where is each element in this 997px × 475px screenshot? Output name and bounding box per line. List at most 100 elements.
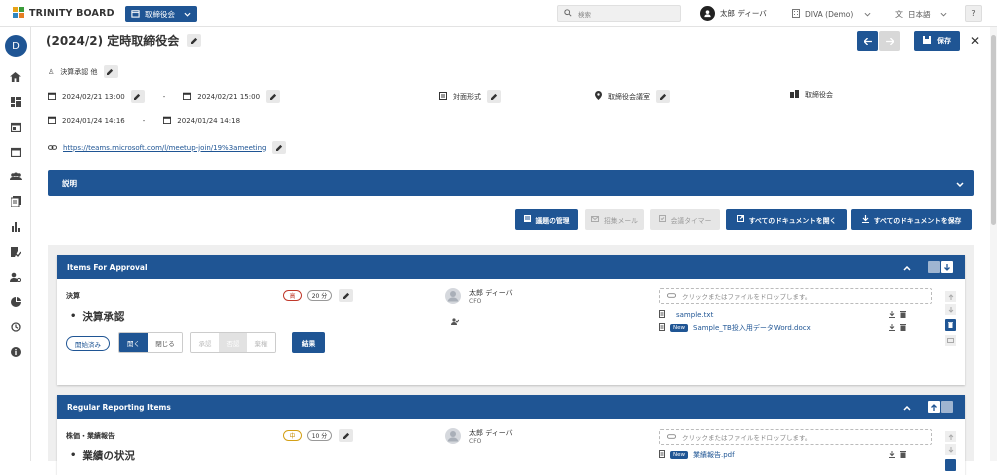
search-input[interactable]: 検索: [557, 5, 681, 22]
chevron-down-icon: [940, 10, 947, 19]
edit-format-button[interactable]: [487, 90, 501, 103]
download-icon[interactable]: [889, 451, 895, 460]
file-drop-zone[interactable]: クリックまたはファイルをドロップします。: [659, 429, 932, 445]
duration-badge[interactable]: 10 分: [307, 430, 332, 441]
delete-file-button[interactable]: [945, 319, 956, 331]
file-move-up-icon[interactable]: [945, 431, 956, 442]
calendar-icon[interactable]: [9, 120, 22, 133]
user-settings-icon[interactable]: [9, 270, 22, 283]
user-avatar-icon: [700, 6, 715, 21]
open-button[interactable]: 開く: [119, 333, 148, 352]
close-icon[interactable]: ✕: [970, 34, 980, 48]
agenda-summary-text: 決算承認 他: [60, 67, 98, 76]
page-scrollbar[interactable]: [990, 27, 997, 461]
save-all-documents-button[interactable]: すべてのドキュメントを保存: [851, 209, 972, 230]
dashboard-icon[interactable]: [9, 95, 22, 108]
duration-badge[interactable]: 20 分: [307, 290, 332, 301]
invite-mail-button[interactable]: 招集メール: [585, 209, 644, 230]
user-menu[interactable]: 太郎 ディーバ: [700, 6, 767, 21]
file-move-down-icon[interactable]: [945, 444, 956, 455]
mail-icon: [591, 215, 599, 224]
save-all-label: すべてのドキュメントを保存: [873, 216, 962, 225]
edit-location-button[interactable]: [656, 90, 670, 103]
company-selector[interactable]: DIVA (Demo): [792, 9, 871, 20]
meeting-type-dropdown[interactable]: 取締役会: [125, 6, 197, 22]
approve-button[interactable]: 承認: [191, 333, 219, 352]
move-down-button[interactable]: [941, 261, 953, 273]
created-datetime: 2024/01/24 14:16: [62, 117, 125, 125]
invite-mail-label: 招集メール: [604, 216, 638, 225]
meeting-timer-button[interactable]: 会議タイマー: [650, 209, 720, 230]
approval-icon[interactable]: [9, 245, 22, 258]
chevron-up-icon[interactable]: [903, 404, 911, 413]
status-badge[interactable]: 開始済み: [66, 336, 110, 351]
close-button[interactable]: 閉じる: [148, 333, 182, 352]
file-name[interactable]: Sample_TB投入用データWord.docx: [693, 323, 811, 333]
attached-file[interactable]: New 業績報告.pdf: [659, 450, 735, 460]
file-move-up-icon[interactable]: [945, 291, 956, 302]
priority-badge[interactable]: 中: [283, 430, 302, 441]
event-icon[interactable]: [9, 145, 22, 158]
timer-icon: [658, 215, 666, 224]
building-icon: [792, 9, 800, 20]
section-header[interactable]: Items For Approval: [57, 255, 965, 279]
file-name[interactable]: 業績報告.pdf: [693, 450, 735, 460]
organization-icon: [790, 90, 799, 100]
edit-title-button[interactable]: [187, 34, 202, 47]
file-drop-zone[interactable]: クリックまたはファイルをドロップします。: [659, 288, 932, 304]
edit-item-button[interactable]: [339, 289, 353, 302]
save-label: 保存: [937, 37, 951, 45]
download-icon[interactable]: [889, 324, 895, 333]
result-button[interactable]: 結果: [292, 332, 325, 353]
file-name[interactable]: sample.txt: [676, 311, 713, 319]
edit-item-button[interactable]: [339, 429, 353, 442]
edit-agenda-button[interactable]: [103, 65, 118, 78]
move-up-button[interactable]: [928, 401, 940, 413]
move-down-button[interactable]: [941, 401, 953, 413]
comment-icon[interactable]: [945, 335, 956, 346]
abstain-button[interactable]: 棄権: [247, 333, 275, 352]
group-icon[interactable]: [9, 170, 22, 183]
attached-file[interactable]: New Sample_TB投入用データWord.docx: [659, 323, 811, 333]
file-move-down-icon[interactable]: [945, 304, 956, 315]
pie-chart-icon[interactable]: [9, 295, 22, 308]
history-icon[interactable]: [9, 320, 22, 333]
info-icon[interactable]: [9, 345, 22, 358]
download-icon[interactable]: [889, 311, 895, 320]
meeting-timer-label: 会議タイマー: [670, 216, 712, 225]
language-selector[interactable]: 文 日本語: [895, 9, 947, 20]
delete-icon[interactable]: [900, 311, 906, 320]
avatar[interactable]: D: [5, 35, 27, 57]
edit-end-button[interactable]: [266, 90, 281, 103]
edit-start-button[interactable]: [130, 90, 145, 103]
calendar-icon: [131, 9, 140, 20]
agenda-section: Regular Reporting Items 株価・業績報告 • 業績の状況 …: [57, 395, 965, 475]
meeting-url-link[interactable]: https://teams.microsoft.com/l/meetup-joi…: [63, 144, 266, 152]
edit-url-button[interactable]: [272, 141, 287, 154]
section-header[interactable]: Regular Reporting Items: [57, 395, 965, 419]
logo[interactable]: TRINITY BOARD: [13, 7, 115, 19]
meeting-timestamps: 2024/01/24 14:16 - 2024/01/24 14:18: [47, 116, 240, 126]
open-all-documents-button[interactable]: すべてのドキュメントを開く: [726, 209, 847, 230]
file-icon: [659, 310, 665, 320]
home-icon[interactable]: [9, 70, 22, 83]
save-button[interactable]: 保存: [914, 31, 960, 51]
manage-agenda-button[interactable]: 議題の管理: [515, 209, 578, 230]
help-button[interactable]: ?: [965, 5, 982, 22]
chevron-up-icon[interactable]: [903, 264, 911, 273]
description-panel-header[interactable]: 説明: [48, 170, 974, 196]
priority-badge[interactable]: 高: [283, 290, 302, 301]
section-title: Regular Reporting Items: [67, 402, 171, 412]
forward-button[interactable]: [879, 31, 900, 51]
scrollbar-thumb[interactable]: [991, 35, 996, 225]
reject-button[interactable]: 否認: [219, 333, 247, 352]
delete-icon[interactable]: [900, 451, 906, 460]
attached-file[interactable]: sample.txt: [659, 310, 713, 320]
delete-icon[interactable]: [900, 324, 906, 333]
bar-chart-icon[interactable]: [9, 220, 22, 233]
documents-icon[interactable]: [9, 195, 22, 208]
presenter: 太郎 ディーバ CFO: [445, 288, 513, 306]
assign-user-icon[interactable]: [451, 318, 460, 327]
back-button[interactable]: [857, 31, 878, 51]
move-up-button[interactable]: [928, 261, 940, 273]
